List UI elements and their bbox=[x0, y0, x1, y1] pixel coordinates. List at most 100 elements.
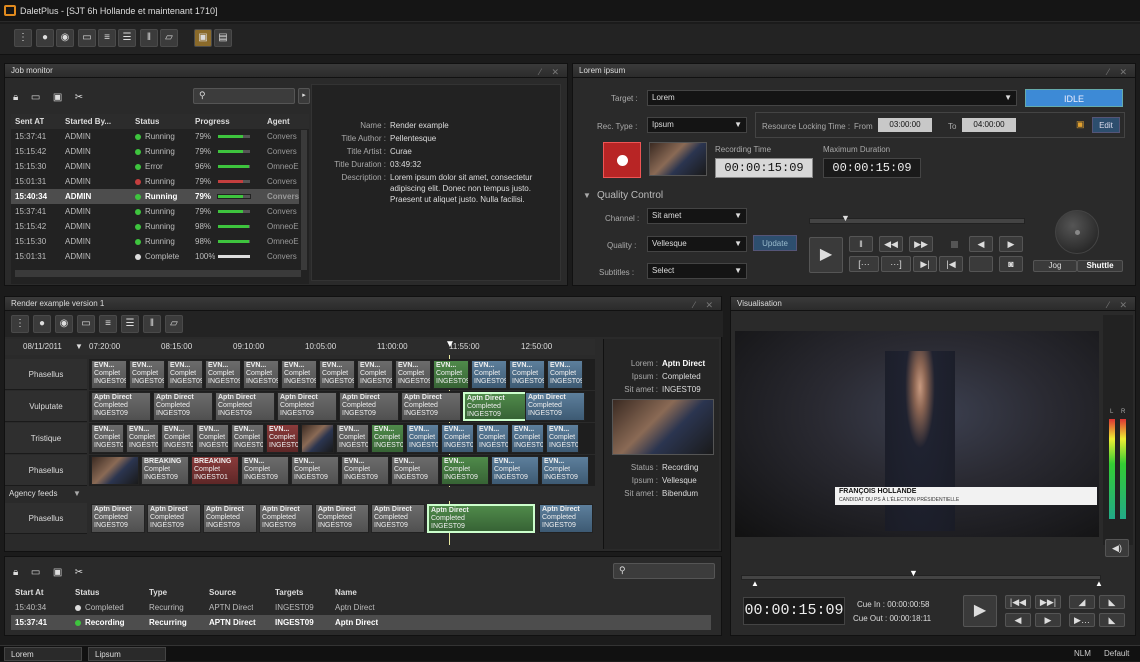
tape-icon[interactable]: ● bbox=[33, 315, 51, 333]
agency-clip[interactable]: Aptn Direct Completed INGEST09 bbox=[259, 504, 313, 533]
lock-icon[interactable]: 🔒︎ bbox=[13, 567, 18, 578]
jog-button[interactable]: Jog bbox=[1033, 260, 1077, 272]
cut-icon[interactable]: ✂ bbox=[75, 567, 83, 578]
rows-icon[interactable]: ☰ bbox=[121, 315, 139, 333]
timeline-clip[interactable]: EVN...CompletINGEST09 bbox=[357, 360, 393, 389]
in-point-marker[interactable]: ▲ bbox=[751, 579, 759, 588]
job-row[interactable]: 15:01:31 ADMIN Running 79% Convers bbox=[11, 174, 299, 189]
shuttle-button[interactable]: Shuttle bbox=[1077, 260, 1123, 272]
timeline-clip[interactable]: EVN...CompletINGEST09 bbox=[205, 360, 241, 389]
tape-icon[interactable]: ● bbox=[36, 29, 54, 47]
timeline-clip[interactable]: Aptn Direct Completed INGEST09 bbox=[215, 392, 275, 421]
job-row[interactable]: 15:15:42 ADMIN Running 79% Convers bbox=[11, 144, 299, 159]
jog-shuttle-dial[interactable] bbox=[1055, 210, 1099, 254]
collapse-icon[interactable]: ▼ bbox=[583, 191, 591, 200]
job-row[interactable]: 15:40:34 ADMIN Running 79% Convers bbox=[11, 189, 299, 204]
col-started-by[interactable]: Started By... bbox=[65, 114, 111, 129]
monitor-icon[interactable]: ▭ bbox=[31, 92, 40, 103]
timeline-clip[interactable]: EVN...CompletINGEST09 bbox=[291, 456, 339, 485]
col-targets[interactable]: Targets bbox=[275, 585, 303, 600]
grip-icon[interactable]: ⋮ bbox=[11, 315, 29, 333]
timeline-clip[interactable]: BREAKING Complet INGEST01 bbox=[191, 456, 239, 485]
expand-button[interactable]: ▸ bbox=[298, 88, 310, 104]
video-playhead[interactable]: ▼ bbox=[909, 568, 918, 578]
timeline-clip[interactable]: EVN...CompletINGEST09 bbox=[231, 424, 264, 453]
subtitles-select[interactable]: Select bbox=[647, 263, 747, 279]
timeline-clip[interactable] bbox=[301, 424, 334, 453]
stop-icon[interactable] bbox=[951, 241, 958, 248]
from-time-input[interactable]: 03:00:00 bbox=[878, 118, 932, 132]
video-viewer[interactable]: FRANÇOIS HOLLANDE CANDIDAT DU PS À L'ÉLE… bbox=[735, 331, 1099, 537]
panel-controls[interactable]: ⁄ ✕ bbox=[1107, 65, 1131, 79]
job-row[interactable]: 15:01:31 ADMIN Complete 100% Convers bbox=[11, 249, 299, 264]
timeline-clip[interactable]: EVN...CompletINGEST09 bbox=[243, 360, 279, 389]
record-button[interactable] bbox=[603, 142, 641, 178]
monitor-icon[interactable]: ▭ bbox=[31, 567, 40, 578]
idle-status-button[interactable]: IDLE bbox=[1025, 89, 1123, 107]
lock-icon[interactable]: 🔒︎ bbox=[13, 92, 18, 103]
cue-out[interactable]: Cue Out : 00:00:18:11 bbox=[853, 614, 931, 623]
mark-out-icon[interactable]: ···] bbox=[881, 256, 911, 272]
timeline-clip[interactable]: EVN...CompletINGEST09 bbox=[441, 424, 474, 453]
video-scrub-bar[interactable] bbox=[741, 575, 1101, 580]
folder-icon[interactable]: ▱ bbox=[160, 29, 178, 47]
quality-control-heading[interactable]: Quality Control bbox=[597, 190, 663, 201]
timeline-clip[interactable]: EVN...CompletINGEST09 bbox=[167, 360, 203, 389]
agency-clip[interactable]: Aptn Direct Completed INGEST09 bbox=[147, 504, 201, 533]
timeline-clip[interactable]: EVN...CompletINGEST09 bbox=[161, 424, 194, 453]
timeline-clip[interactable] bbox=[91, 456, 139, 485]
lock-icon[interactable]: ▣ bbox=[1076, 119, 1085, 130]
timeline-clip[interactable]: EVN...CompletINGEST09 bbox=[547, 360, 583, 389]
cue-in[interactable]: Cue In : 00:00:00:58 bbox=[857, 600, 930, 609]
step-forward-icon[interactable]: ▶ bbox=[999, 236, 1023, 252]
panel-controls[interactable]: ⁄ ✕ bbox=[693, 298, 717, 312]
timeline-clip[interactable]: Aptn Direct Completed INGEST09 bbox=[153, 392, 213, 421]
timeline-clip[interactable]: EVN...CompletINGEST09 bbox=[371, 424, 404, 453]
timeline-clip[interactable]: EVN...CompletINGEST09 bbox=[336, 424, 369, 453]
timeline-clip[interactable]: Aptn Direct Completed INGEST09 bbox=[91, 392, 151, 421]
skip-back-icon[interactable]: |◀◀ bbox=[1005, 595, 1031, 609]
frame-forward-icon[interactable]: ▶ bbox=[1035, 613, 1061, 627]
timeline-clip[interactable]: EVN...CompletINGEST09 bbox=[395, 360, 431, 389]
mark-out-icon[interactable]: ◣ bbox=[1099, 595, 1125, 609]
pause-icon[interactable]: ‖ bbox=[143, 315, 161, 333]
rewind-icon[interactable]: ◀◀ bbox=[879, 236, 903, 252]
mark-icon[interactable]: ◢ bbox=[1069, 595, 1095, 609]
disc-icon[interactable]: ◉ bbox=[55, 315, 73, 333]
cut-icon[interactable]: ✂ bbox=[75, 92, 83, 103]
go-to-in-icon[interactable]: |◀ bbox=[939, 256, 963, 272]
timeline-clip[interactable]: EVN...CompletINGEST09 bbox=[471, 360, 507, 389]
agency-clip[interactable]: Aptn Direct Completed INGEST09 bbox=[427, 504, 535, 533]
timeline-clip[interactable]: EVN...CompletINGEST09 bbox=[541, 456, 589, 485]
job-scrollbar[interactable] bbox=[301, 130, 307, 270]
play-range-icon[interactable]: ▶… bbox=[1069, 613, 1095, 627]
col-sent-at[interactable]: Sent AT bbox=[15, 114, 44, 129]
package-icon[interactable]: ▣ bbox=[194, 29, 212, 47]
schedule-row[interactable]: 15:37:41 Recording Recurring APTN Direct ING… bbox=[11, 615, 711, 630]
col-status[interactable]: Status bbox=[75, 585, 99, 600]
job-row[interactable]: 15:15:42 ADMIN Running 98% OmneoE bbox=[11, 219, 299, 234]
date-dropdown-icon[interactable]: ▼ bbox=[75, 342, 83, 351]
playhead-marker[interactable]: ▼ bbox=[445, 339, 455, 350]
workspace-tab-lipsum[interactable]: Lipsum bbox=[88, 647, 166, 661]
frame-back-icon[interactable]: ◀ bbox=[1005, 613, 1031, 627]
disc-icon[interactable]: ◉ bbox=[56, 29, 74, 47]
pause-icon[interactable]: ‖ bbox=[140, 29, 158, 47]
col-progress[interactable]: Progress bbox=[195, 114, 230, 129]
volume-icon[interactable]: ◀) bbox=[1105, 539, 1129, 557]
rec-type-select[interactable]: Ipsum bbox=[647, 117, 747, 133]
monitor-icon[interactable]: ▭ bbox=[77, 315, 95, 333]
grip-icon[interactable]: ⋮ bbox=[14, 29, 32, 47]
timeline-clip[interactable]: EVN...CompletINGEST09 bbox=[341, 456, 389, 485]
timeline-clip[interactable]: EVN...CompletINGEST09 bbox=[511, 424, 544, 453]
timeline-clip[interactable]: EVN...CompletINGEST09 bbox=[129, 360, 165, 389]
edit-button[interactable]: Edit bbox=[1092, 117, 1120, 133]
timeline-clip[interactable]: EVN...CompletINGEST09 bbox=[196, 424, 229, 453]
agency-clip[interactable]: Aptn Direct Completed INGEST09 bbox=[371, 504, 425, 533]
col-source[interactable]: Source bbox=[209, 585, 236, 600]
timeline-clip[interactable]: EVN...CompletINGEST09 bbox=[433, 360, 469, 389]
list-icon[interactable]: ≡ bbox=[99, 315, 117, 333]
rows-icon[interactable]: ☰ bbox=[118, 29, 136, 47]
fast-forward-icon[interactable]: ▶▶ bbox=[909, 236, 933, 252]
timeline-clip[interactable]: EVN...CompletINGEST09 bbox=[91, 360, 127, 389]
